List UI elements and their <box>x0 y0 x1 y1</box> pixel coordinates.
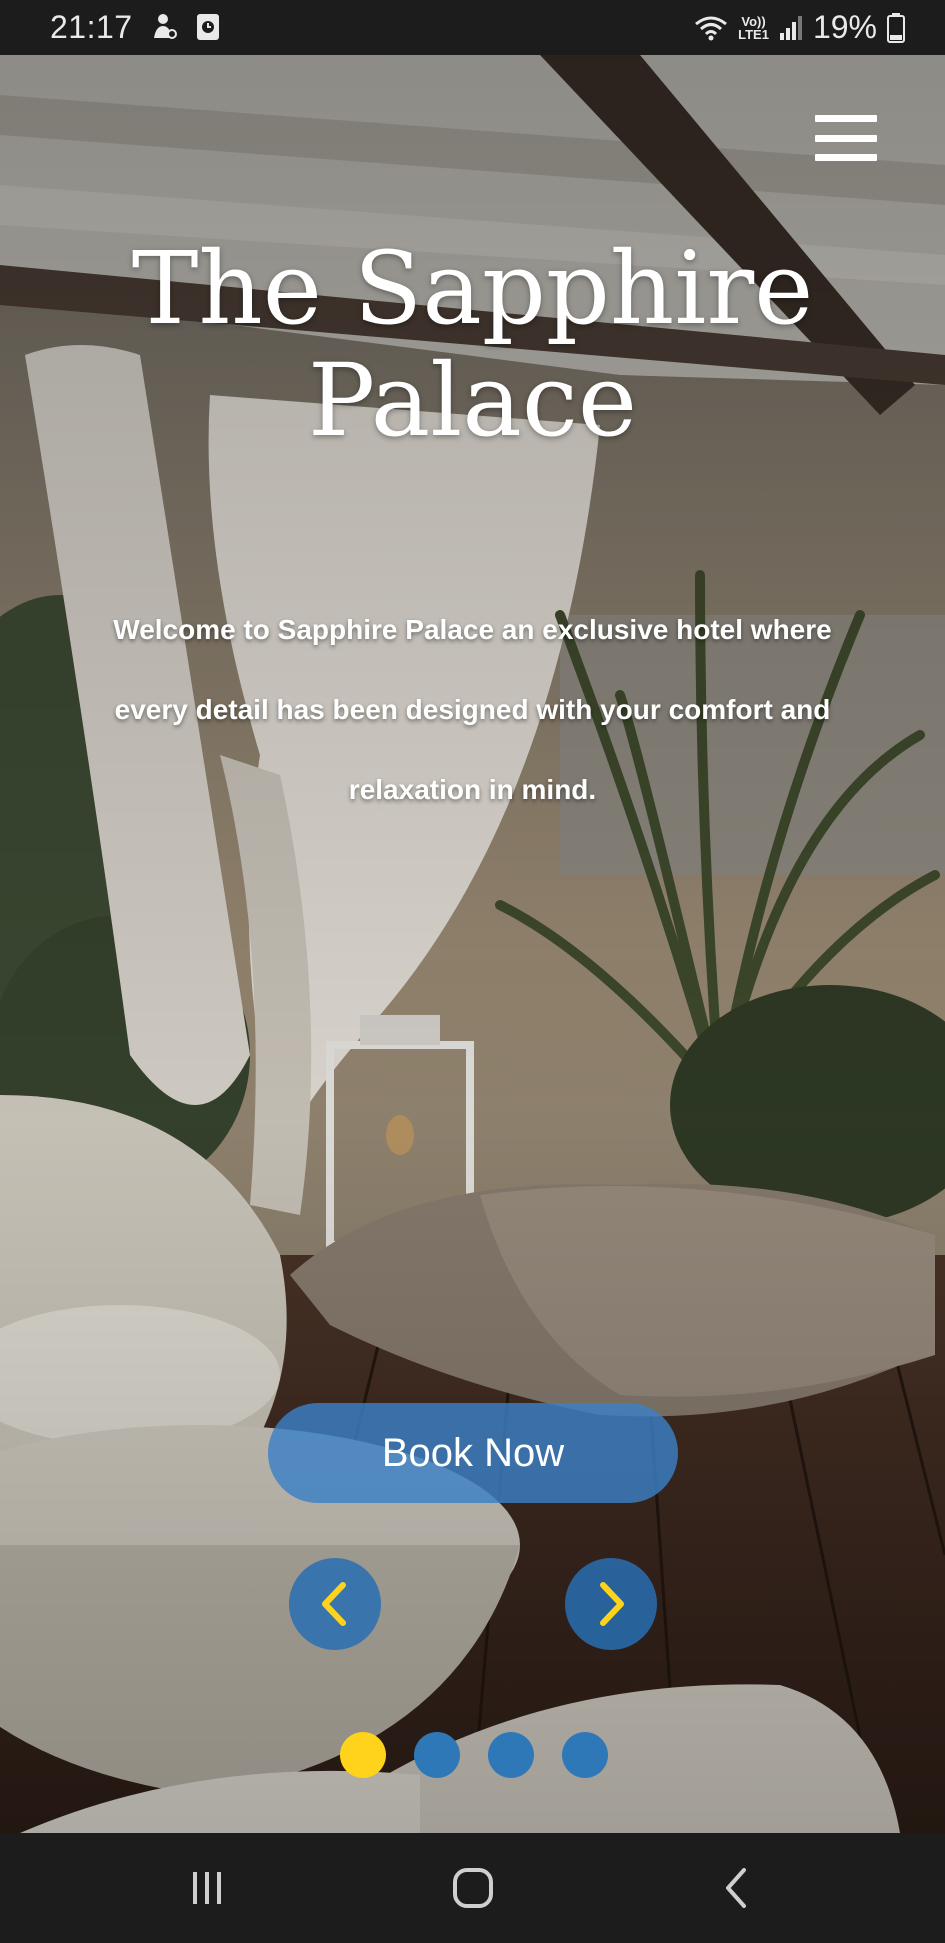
chevron-right-icon <box>600 1582 624 1626</box>
status-bar: 21:17 Vo)) LTE1 19% <box>0 0 945 55</box>
carousel-next-button[interactable] <box>565 1558 657 1650</box>
chevron-left-icon <box>322 1582 346 1626</box>
home-button[interactable] <box>428 1853 518 1923</box>
carousel-dot[interactable] <box>340 1732 386 1778</box>
menu-bar <box>815 134 877 142</box>
network-type-label: Vo)) LTE1 <box>738 13 769 42</box>
hero-carousel: The Sapphire Palace Welcome to Sapphire … <box>0 55 945 1833</box>
book-now-button[interactable]: Book Now <box>268 1403 678 1503</box>
status-time: 21:17 <box>50 9 133 45</box>
person-notification-icon <box>154 14 177 39</box>
hamburger-menu-icon[interactable] <box>815 115 877 161</box>
wifi-icon <box>695 16 728 40</box>
hero-title: The Sapphire Palace <box>0 233 945 457</box>
carousel-indicators <box>340 1732 608 1778</box>
hero-title-line: Palace <box>307 342 638 459</box>
back-button[interactable] <box>692 1853 782 1923</box>
back-icon <box>726 1868 746 1908</box>
battery-percentage: 19% <box>812 9 877 45</box>
signal-icon <box>779 15 802 40</box>
carousel-dot[interactable] <box>414 1732 460 1778</box>
carousel-prev-button[interactable] <box>289 1558 381 1650</box>
system-navigation-bar <box>0 1833 945 1943</box>
carousel-dot[interactable] <box>562 1732 608 1778</box>
menu-bar <box>815 115 877 122</box>
recent-apps-button[interactable] <box>162 1853 252 1923</box>
hero-intro-text: Welcome to Sapphire Palace an exclusive … <box>113 614 832 805</box>
home-icon <box>453 1868 493 1908</box>
status-notification-icons <box>150 12 220 42</box>
carousel-dot[interactable] <box>488 1732 534 1778</box>
screen-record-icon <box>197 14 219 40</box>
recent-apps-icon <box>193 1872 221 1904</box>
hero-title-line: The Sapphire <box>131 230 814 347</box>
battery-icon <box>887 12 905 43</box>
menu-bar <box>815 154 877 161</box>
status-right-group: Vo)) LTE1 19% <box>694 9 905 46</box>
